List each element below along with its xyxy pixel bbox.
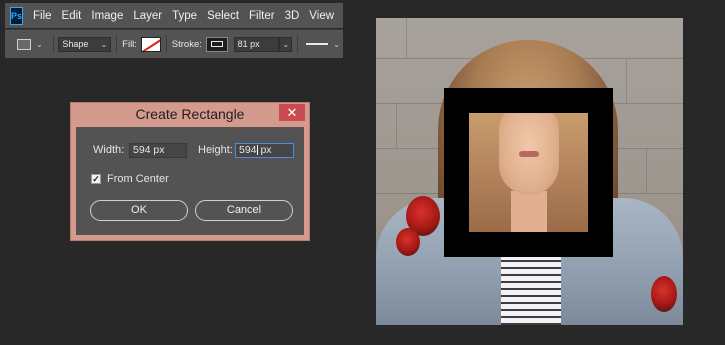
dialog-title: Create Rectangle bbox=[135, 106, 245, 122]
stroke-preview-icon bbox=[210, 41, 223, 47]
height-label: Height: bbox=[198, 144, 233, 156]
neck bbox=[511, 191, 547, 232]
wall-texture bbox=[646, 148, 647, 193]
chevron-down-icon: ⌄ bbox=[100, 39, 108, 49]
rose-patch-right bbox=[651, 276, 677, 312]
tool-mode-value: Shape bbox=[62, 39, 89, 49]
divider bbox=[116, 35, 118, 53]
cancel-button[interactable]: Cancel bbox=[195, 200, 293, 221]
fill-label: Fill: bbox=[122, 38, 137, 50]
menu-3d[interactable]: 3D bbox=[285, 10, 300, 22]
tool-preset-picker[interactable]: ⌄ bbox=[17, 38, 48, 50]
menu-image[interactable]: Image bbox=[91, 10, 123, 22]
divider bbox=[165, 35, 167, 53]
stroke-swatch[interactable] bbox=[205, 36, 228, 52]
chevron-down-icon: ⌄ bbox=[36, 39, 43, 49]
height-input[interactable]: 594 px bbox=[235, 143, 294, 158]
height-unit: px bbox=[257, 144, 272, 156]
stroke-type-select[interactable]: ⌄ bbox=[302, 36, 343, 52]
rectangle-shape-stroke[interactable] bbox=[444, 88, 613, 257]
chevron-down-icon: ⌄ bbox=[282, 39, 290, 49]
menu-file[interactable]: File bbox=[33, 10, 52, 22]
divider bbox=[297, 35, 298, 53]
rose-patch-left-small bbox=[396, 228, 420, 256]
photoshop-logo: Ps bbox=[10, 6, 24, 25]
ok-button[interactable]: OK bbox=[90, 200, 188, 221]
menu-layer[interactable]: Layer bbox=[133, 10, 162, 22]
width-input[interactable]: 594 px bbox=[129, 143, 187, 158]
rectangle-inner-photo bbox=[469, 113, 588, 232]
menu-bar: Ps File Edit Image Layer Type Select Fil… bbox=[5, 3, 343, 28]
rectangle-tool-icon bbox=[17, 38, 31, 50]
stroke-width-dropdown[interactable]: ⌄ bbox=[279, 36, 293, 52]
stroke-line-icon bbox=[305, 43, 329, 45]
stroke-width-field[interactable]: 81 px bbox=[233, 36, 280, 52]
menu-edit[interactable]: Edit bbox=[62, 10, 82, 22]
menu-type[interactable]: Type bbox=[172, 10, 197, 22]
menu-select[interactable]: Select bbox=[207, 10, 239, 22]
width-label: Width: bbox=[93, 144, 125, 156]
stroke-width-value: 81 px bbox=[237, 39, 260, 49]
from-center-checkbox[interactable]: ✓ bbox=[91, 174, 101, 184]
menu-view[interactable]: View bbox=[309, 10, 334, 22]
from-center-label: From Center bbox=[107, 173, 169, 185]
divider bbox=[52, 35, 54, 53]
wall-texture bbox=[626, 58, 627, 103]
height-value: 594 bbox=[239, 144, 257, 156]
dialog-body: Width: 594 px Height: 594 px ✓ From Cent… bbox=[76, 127, 304, 235]
chevron-down-icon: ⌄ bbox=[333, 39, 340, 49]
options-bar: ⌄ Shape ⌄ Fill: Stroke: 81 px ⌄ ⌄ bbox=[5, 29, 343, 58]
dialog-close-button[interactable]: ✕ bbox=[279, 104, 305, 121]
stroke-label: Stroke: bbox=[171, 38, 202, 50]
create-rectangle-dialog: Create Rectangle ✕ Width: 594 px Height:… bbox=[70, 102, 310, 241]
wall-texture bbox=[396, 103, 397, 148]
menu-filter[interactable]: Filter bbox=[249, 10, 275, 22]
tool-mode-select[interactable]: Shape ⌄ bbox=[58, 36, 112, 52]
wall-texture bbox=[406, 18, 407, 58]
canvas-photo bbox=[376, 18, 683, 325]
striped-shirt bbox=[501, 248, 561, 325]
fill-swatch[interactable] bbox=[140, 36, 161, 52]
lips bbox=[519, 151, 539, 157]
